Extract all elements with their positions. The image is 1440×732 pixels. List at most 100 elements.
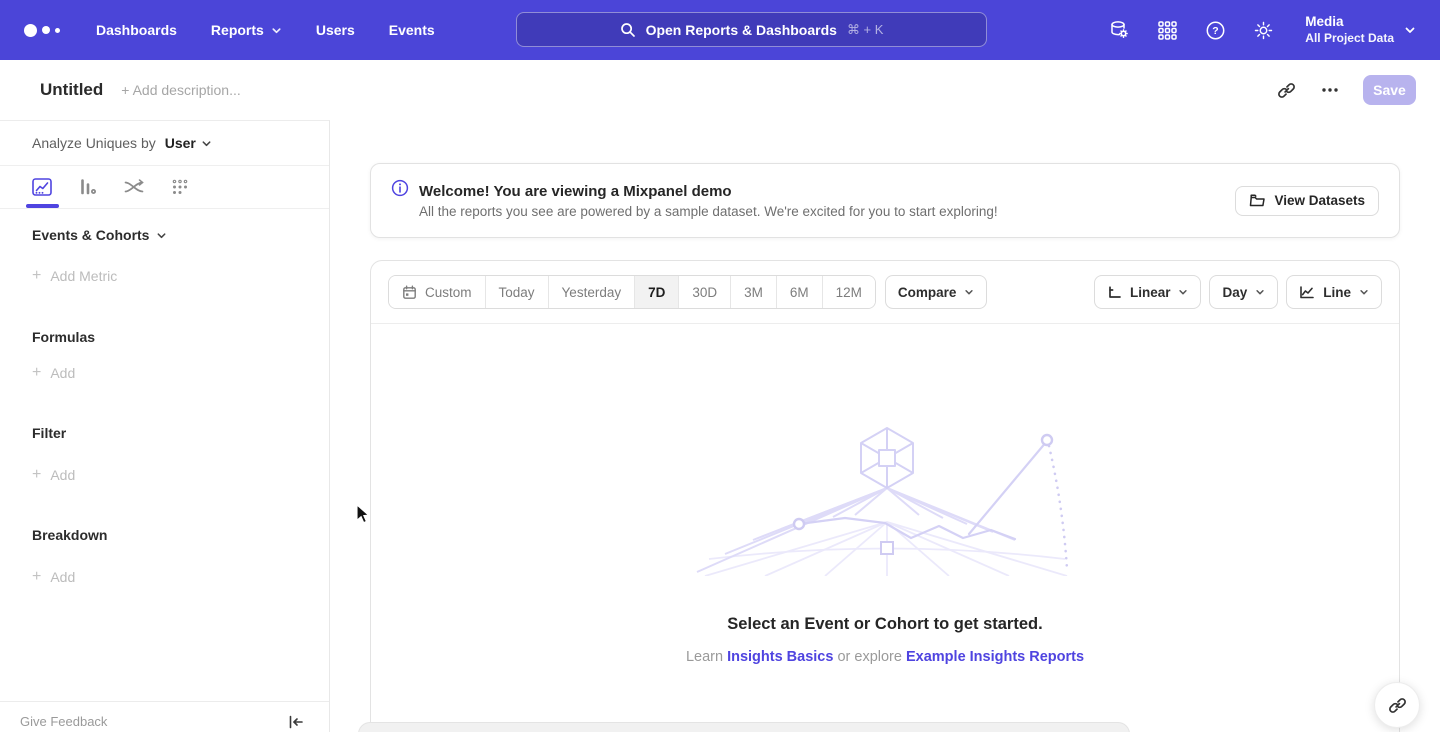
nav-items: Dashboards Reports Users Events [96, 22, 435, 38]
collapse-sidebar-icon[interactable] [286, 712, 306, 732]
section-title: Events & Cohorts [32, 227, 149, 243]
add-label: Add [50, 467, 75, 483]
add-label: Add [50, 569, 75, 585]
date-range-30d[interactable]: 30D [678, 276, 730, 308]
nav-item-label: Events [389, 22, 435, 38]
empty-state-subtitle: Learn Insights Basics or explore Example… [371, 649, 1399, 665]
scale-dropdown[interactable]: Linear [1094, 275, 1202, 309]
add-filter-button[interactable]: + Add [32, 467, 75, 483]
more-options-icon[interactable] [1319, 79, 1341, 101]
date-range-yesterday[interactable]: Yesterday [548, 276, 635, 308]
date-range-today[interactable]: Today [485, 276, 548, 308]
interval-label: Day [1222, 285, 1247, 300]
copy-link-icon[interactable] [1275, 79, 1297, 101]
section-breakdown: Breakdown [32, 527, 107, 543]
tab-flow[interactable] [122, 175, 146, 199]
line-chart-icon [1299, 285, 1315, 300]
folder-icon [1249, 193, 1266, 208]
tab-retention-grid[interactable] [168, 175, 192, 199]
add-breakdown-button[interactable]: + Add [32, 569, 75, 585]
section-title: Filter [32, 425, 66, 441]
plus-icon: + [32, 569, 41, 585]
line-chart-icon [32, 178, 52, 196]
bottom-panel-edge [358, 722, 1130, 732]
mixpanel-insights-page: Dashboards Reports Users Events Open Rep… [0, 0, 1440, 732]
date-range-12m[interactable]: 12M [822, 276, 875, 308]
mixpanel-logo-icon[interactable] [24, 24, 60, 37]
insights-chart-card: Custom Today Yesterday 7D 30D 3M 6M 12M … [370, 260, 1400, 732]
banner-subtitle: All the reports you see are powered by a… [419, 204, 998, 219]
date-range-3m[interactable]: 3M [730, 276, 776, 308]
compare-button[interactable]: Compare [885, 275, 988, 309]
segment-label: 7D [648, 285, 665, 300]
nav-item-reports[interactable]: Reports [211, 22, 282, 38]
floating-link-button[interactable] [1374, 682, 1420, 728]
sidebar-footer: Give Feedback [0, 701, 329, 732]
report-description-field[interactable]: + Add description... [121, 82, 240, 98]
linear-axes-icon [1107, 285, 1122, 300]
global-search-input[interactable]: Open Reports & Dashboards ⌘ + K [516, 12, 987, 47]
dots-grid-icon [171, 178, 189, 196]
section-title: Breakdown [32, 527, 107, 543]
report-header-actions: Save [1275, 75, 1416, 105]
project-meta: Media All Project Data [1305, 14, 1394, 46]
visualization-tabs [0, 166, 329, 209]
query-builder-sidebar: Analyze Uniques by User Events & Cohorts [0, 120, 330, 732]
link-icon [1388, 696, 1407, 715]
example-insights-reports-link[interactable]: Example Insights Reports [906, 649, 1084, 665]
tab-bar-chart[interactable] [76, 175, 100, 199]
segment-label: Custom [425, 285, 472, 300]
view-datasets-button[interactable]: View Datasets [1235, 186, 1379, 216]
nav-item-dashboards[interactable]: Dashboards [96, 22, 177, 38]
learn-prefix: Learn [686, 649, 723, 665]
middle-text: or explore [837, 649, 901, 665]
insights-basics-link[interactable]: Insights Basics [727, 649, 833, 665]
nav-item-events[interactable]: Events [389, 22, 435, 38]
chart-toolbar: Custom Today Yesterday 7D 30D 3M 6M 12M … [371, 261, 1399, 324]
selected-tab-indicator [26, 204, 59, 208]
add-label: Add Metric [50, 268, 117, 284]
date-range-segmented-control: Custom Today Yesterday 7D 30D 3M 6M 12M [388, 275, 876, 309]
project-selector[interactable]: Media All Project Data [1305, 14, 1416, 46]
date-range-6m[interactable]: 6M [776, 276, 822, 308]
search-icon [620, 22, 636, 38]
data-management-icon[interactable] [1107, 18, 1131, 42]
save-button[interactable]: Save [1363, 75, 1416, 105]
add-metric-button[interactable]: + Add Metric [32, 268, 117, 284]
report-title[interactable]: Untitled [40, 80, 103, 100]
banner-text: Welcome! You are viewing a Mixpanel demo… [419, 183, 998, 219]
plus-icon: + [32, 365, 41, 381]
chevron-down-icon [1359, 287, 1369, 297]
tab-line-chart[interactable] [30, 175, 54, 199]
segment-label: 30D [692, 285, 717, 300]
date-range-custom[interactable]: Custom [389, 276, 485, 308]
empty-state-title: Select an Event or Cohort to get started… [371, 615, 1399, 634]
settings-gear-icon[interactable] [1251, 18, 1275, 42]
analyze-value-dropdown[interactable]: User [165, 135, 212, 151]
toolbar-left: Custom Today Yesterday 7D 30D 3M 6M 12M … [388, 275, 987, 309]
interval-dropdown[interactable]: Day [1209, 275, 1278, 309]
chart-type-dropdown[interactable]: Line [1286, 275, 1382, 309]
add-formula-button[interactable]: + Add [32, 365, 75, 381]
project-scope: All Project Data [1305, 31, 1394, 46]
chevron-down-icon [964, 287, 974, 297]
chevron-down-icon [1255, 287, 1265, 297]
give-feedback-link[interactable]: Give Feedback [20, 714, 107, 729]
nav-item-label: Reports [211, 22, 264, 38]
help-icon[interactable]: ? [1203, 18, 1227, 42]
chevron-down-icon [1178, 287, 1188, 297]
apps-grid-icon[interactable] [1155, 18, 1179, 42]
nav-item-users[interactable]: Users [316, 22, 355, 38]
empty-state-illustration [695, 426, 1075, 576]
segment-label: 6M [790, 285, 809, 300]
search-shortcut: ⌘ + K [847, 22, 884, 38]
calendar-icon [402, 285, 417, 300]
top-nav: Dashboards Reports Users Events Open Rep… [0, 0, 1440, 60]
analyze-row: Analyze Uniques by User [0, 121, 329, 166]
date-range-7d[interactable]: 7D [634, 276, 678, 308]
section-events-cohorts[interactable]: Events & Cohorts [32, 227, 167, 243]
info-icon [391, 179, 409, 202]
segment-label: Yesterday [562, 285, 622, 300]
segment-label: 12M [836, 285, 862, 300]
section-filter: Filter [32, 425, 66, 441]
